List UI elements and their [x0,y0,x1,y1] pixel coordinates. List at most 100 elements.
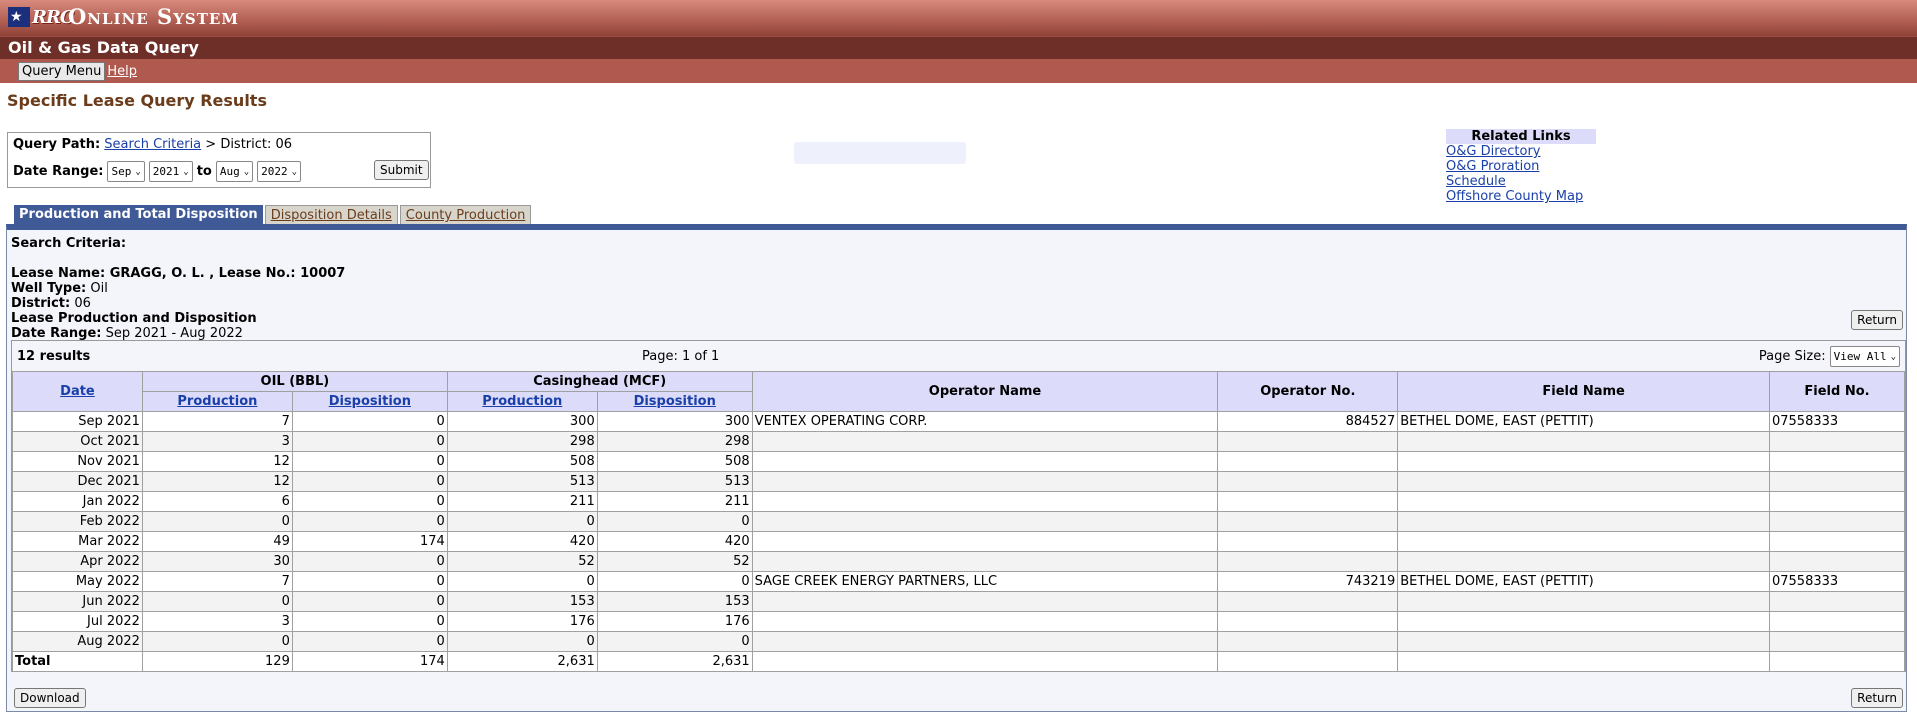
page-size-value: View All [1833,350,1887,363]
cell-operator-name [751,471,1219,492]
col-date[interactable]: Date [12,371,143,412]
query-path: Query Path: Search Criteria > District: … [13,137,292,152]
col-gas-production[interactable]: Production [446,391,598,412]
search-criteria-link[interactable]: Search Criteria [104,137,201,152]
chevron-down-icon: ⌄ [243,166,250,177]
from-year-value: 2021 [152,165,180,178]
from-month-select[interactable]: Sep ⌄ [107,161,145,182]
report-label: Lease Production and Disposition [11,311,257,326]
cell-field-no [1768,611,1906,632]
table-row: Sep 2021 7 0 300 300 VENTEX OPERATING CORP. 88… [12,411,1906,432]
cell-oil-disposition: 0 [291,431,448,452]
cell-field-no [1768,471,1906,492]
faint-overlay [794,142,966,164]
gas-production-sort-link[interactable]: Production [482,394,562,409]
og-directory-link[interactable]: O&G Directory [1446,144,1596,159]
cell-oil-production: 3 [141,431,293,452]
cell-field-no: 07558333 [1768,411,1906,432]
cell-date: Jul 2022 [12,611,143,632]
date-range-value: Sep 2021 - Aug 2022 [105,326,243,341]
results-bar: 12 results Page: 1 of 1 Page Size: View … [12,341,1905,371]
cell-field-no: 07558333 [1768,571,1906,592]
cell-operator-no [1217,511,1399,532]
cell-operator-no [1217,451,1399,472]
cell-gas-disposition: 176 [596,611,753,632]
cell-gas-disposition: 211 [596,491,753,512]
tab-production-total-disposition[interactable]: Production and Total Disposition [14,205,263,225]
chevron-down-icon: ⌄ [183,166,189,177]
district-label: District: [11,296,71,311]
chevron-down-icon: ⌄ [1890,351,1896,362]
cell-oil-disposition: 0 [291,611,448,632]
cell-operator-name [751,431,1219,452]
to-month-select[interactable]: Aug ⌄ [215,161,254,182]
cell-field-no [1768,511,1906,532]
system-title: Online System [68,4,239,29]
from-year-select[interactable]: 2021 ⌄ [148,161,193,182]
col-oil-disposition[interactable]: Disposition [291,391,448,412]
cell-gas-disposition: 508 [596,451,753,472]
oil-production-sort-link[interactable]: Production [177,394,257,409]
to-year-select[interactable]: 2022 ⌄ [257,161,302,182]
gas-disposition-sort-link[interactable]: Disposition [634,394,716,409]
og-proration-schedule-link[interactable]: O&G Proration Schedule [1446,159,1596,189]
cell-operator-name: SAGE CREEK ENERGY PARTNERS, LLC [751,571,1219,592]
total-oil-prod: 129 [141,651,293,672]
tab-county-production[interactable]: County Production [399,205,532,226]
col-gas-disposition[interactable]: Disposition [596,391,753,412]
related-links: Related Links O&G Directory O&G Proratio… [1446,129,1596,204]
cell-oil-production: 12 [141,471,293,492]
date-sort-link[interactable]: Date [60,384,95,399]
download-button[interactable]: Download [14,688,86,708]
cell-gas-disposition: 0 [596,511,753,532]
cell-gas-production: 508 [446,451,598,472]
cell-gas-disposition: 0 [596,571,753,592]
return-button-top[interactable]: Return [1851,310,1903,330]
col-group-oil: OIL (BBL) [141,371,448,392]
to-month-value: Aug [219,165,240,178]
cell-oil-production: 49 [141,531,293,552]
cell-operator-name [751,531,1219,552]
total-empty-cell [751,651,1219,672]
query-menu-button[interactable]: Query Menu [18,61,106,81]
cell-oil-production: 0 [141,631,293,652]
cell-field-name [1397,431,1770,452]
help-link[interactable]: Help [107,64,137,79]
cell-field-no [1768,591,1906,612]
offshore-county-map-link[interactable]: Offshore County Map [1446,189,1596,204]
district-value: 06 [74,296,91,311]
date-range-label-2: Date Range: [11,326,102,341]
submit-button[interactable]: Submit [374,160,429,180]
cell-gas-production: 153 [446,591,598,612]
date-range-label: Date Range: [13,164,104,179]
cell-operator-name [751,491,1219,512]
cell-field-name: BETHEL DOME, EAST (PETTIT) [1397,571,1770,592]
col-group-casinghead: Casinghead (MCF) [446,371,753,392]
cell-field-name [1397,491,1770,512]
col-oil-production[interactable]: Production [141,391,293,412]
cell-oil-production: 3 [141,611,293,632]
col-operator-no: Operator No. [1217,371,1399,412]
search-criteria-block: Search Criteria: Lease Name: GRAGG, O. L… [11,236,345,341]
query-path-label: Query Path: [13,137,101,152]
table-row: Mar 2022 49 174 420 420 [12,531,1906,552]
col-operator-name: Operator Name [751,371,1219,412]
table-row: Aug 2022 0 0 0 0 [12,631,1906,652]
cell-date: May 2022 [12,571,143,592]
page-size-select[interactable]: View All ⌄ [1829,346,1900,367]
cell-gas-production: 0 [446,511,598,532]
texas-flag-icon: ★ [8,7,30,27]
return-button-bottom[interactable]: Return [1851,688,1903,708]
cell-gas-production: 0 [446,631,598,652]
cell-gas-production: 0 [446,571,598,592]
tab-disposition-details[interactable]: Disposition Details [264,205,398,226]
oil-disposition-sort-link[interactable]: Disposition [329,394,411,409]
cell-date: Feb 2022 [12,511,143,532]
cell-gas-production: 52 [446,551,598,572]
page-title: Specific Lease Query Results [7,91,267,110]
table-row: Jun 2022 0 0 153 153 [12,591,1906,612]
cell-gas-disposition: 0 [596,631,753,652]
cell-field-name [1397,551,1770,572]
cell-gas-disposition: 300 [596,411,753,432]
from-month-value: Sep [111,165,132,178]
